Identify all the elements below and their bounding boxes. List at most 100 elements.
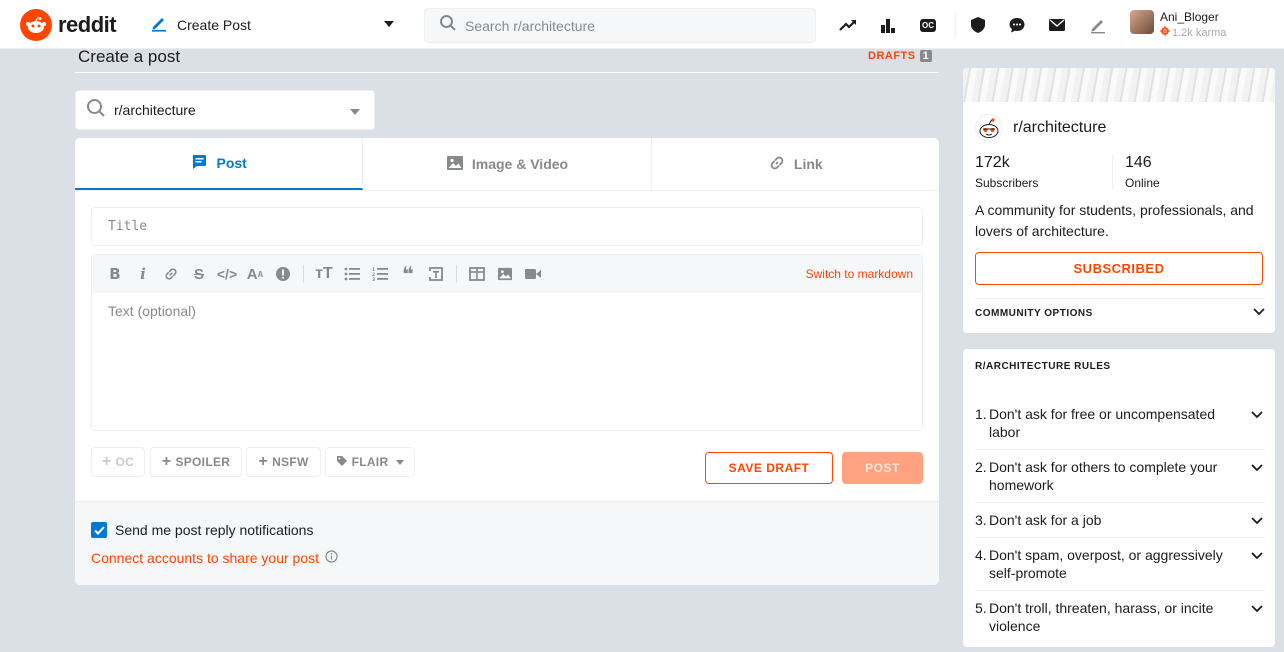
bulleted-list-icon[interactable] xyxy=(338,260,366,288)
header-divider xyxy=(75,72,939,73)
popular-trending-icon[interactable] xyxy=(838,15,858,35)
notifications-checkbox[interactable] xyxy=(91,522,107,538)
create-post-pencil-icon[interactable] xyxy=(1088,15,1108,35)
flair-label: FLAIR xyxy=(351,455,389,469)
subscribers-label: Subscribers xyxy=(975,176,1039,190)
search-icon xyxy=(86,98,106,123)
oc-icon[interactable]: OC xyxy=(918,15,938,35)
rich-text-editor: B i S </> AA тT 123 ❝ Switch to markdown… xyxy=(91,254,923,431)
user-menu[interactable]: Ani_Bloger 1.2k karma xyxy=(1130,10,1226,39)
connect-accounts-link[interactable]: Connect accounts to share your post xyxy=(91,550,338,566)
checkmark-icon xyxy=(93,525,105,535)
rule-text: Don't ask for a job xyxy=(989,512,1102,528)
rule-text: Don't ask for free or uncompensated labo… xyxy=(989,406,1216,440)
rule-number: 4. xyxy=(975,547,987,563)
community-options-toggle[interactable]: COMMUNITY OPTIONS xyxy=(975,298,1265,328)
online-label: Online xyxy=(1125,176,1160,190)
chat-icon[interactable] xyxy=(1007,15,1027,35)
rule-number: 2. xyxy=(975,459,987,475)
title-input[interactable] xyxy=(91,207,923,246)
chevron-down-icon xyxy=(396,459,405,465)
search-bar[interactable] xyxy=(424,8,816,43)
community-picker-label: r/architecture xyxy=(114,102,196,118)
heading-icon[interactable]: тT xyxy=(310,260,338,288)
username: Ani_Bloger xyxy=(1160,10,1219,24)
community-snoo-icon xyxy=(975,114,1003,142)
online-count: 146 xyxy=(1125,154,1152,171)
plus-icon: + xyxy=(258,453,269,470)
tag-icon xyxy=(336,455,348,470)
rule-item[interactable]: 2. Don't ask for others to complete your… xyxy=(975,458,1265,494)
home-dropdown-label: Create Post xyxy=(177,17,251,33)
community-options-label: COMMUNITY OPTIONS xyxy=(975,308,1093,319)
rules-title: R/ARCHITECTURE RULES xyxy=(975,361,1111,372)
community-rules-card: R/ARCHITECTURE RULES 1. Don't ask for fr… xyxy=(963,349,1275,647)
code-block-icon[interactable] xyxy=(422,260,450,288)
info-icon[interactable] xyxy=(325,550,338,566)
drafts-button[interactable]: DRAFTS 1 xyxy=(868,50,933,62)
nsfw-tag-button[interactable]: + NSFW xyxy=(246,447,321,477)
switch-to-markdown-link[interactable]: Switch to markdown xyxy=(806,267,913,281)
subscribed-button[interactable]: SUBSCRIBED xyxy=(975,252,1263,285)
search-input[interactable] xyxy=(465,17,785,34)
home-dropdown[interactable]: Create Post xyxy=(150,11,398,39)
oc-tag-label: OC xyxy=(115,455,135,469)
moderation-shield-icon[interactable] xyxy=(968,15,988,35)
video-icon[interactable] xyxy=(519,260,547,288)
divider xyxy=(975,537,1265,538)
rule-text: Don't troll, threaten, harass, or incite… xyxy=(989,600,1214,634)
chevron-down-icon xyxy=(1251,599,1263,617)
quote-block-icon[interactable]: ❝ xyxy=(394,260,422,288)
rule-item[interactable]: 4. Don't spam, overpost, or aggressively… xyxy=(975,546,1265,582)
reddit-logo[interactable]: reddit xyxy=(20,9,117,41)
italic-icon[interactable]: i xyxy=(129,260,157,288)
mail-icon[interactable] xyxy=(1047,15,1067,35)
oc-tag-button[interactable]: + OC xyxy=(91,447,145,477)
subscribers-count: 172k xyxy=(975,154,1010,171)
strikethrough-icon[interactable]: S xyxy=(185,260,213,288)
drafts-count-badge: 1 xyxy=(919,50,933,62)
karma-label: 1.2k karma xyxy=(1160,26,1226,39)
rule-item[interactable]: 5. Don't troll, threaten, harass, or inc… xyxy=(975,599,1265,635)
rule-item[interactable]: 3. Don't ask for a job xyxy=(975,511,1265,529)
tab-link[interactable]: Link xyxy=(652,138,939,190)
chevron-down-icon xyxy=(1251,546,1263,564)
body-textarea[interactable] xyxy=(92,293,922,430)
rule-text: Don't spam, overpost, or aggressively se… xyxy=(989,547,1223,581)
spoiler-icon[interactable] xyxy=(269,260,297,288)
link-icon[interactable] xyxy=(157,260,185,288)
tab-post[interactable]: Post xyxy=(75,138,364,190)
karma-value: 1.2k karma xyxy=(1172,26,1227,39)
spoiler-tag-button[interactable]: + SPOILER xyxy=(150,447,242,477)
page-title: Create a post xyxy=(78,47,181,66)
inline-code-icon[interactable]: </> xyxy=(213,260,241,288)
toolbar-divider xyxy=(303,265,304,283)
plus-icon: + xyxy=(161,453,172,470)
chevron-down-icon xyxy=(350,109,360,115)
divider xyxy=(1112,154,1113,190)
community-header[interactable]: r/architecture xyxy=(975,114,1106,142)
image-icon[interactable] xyxy=(491,260,519,288)
drafts-label: DRAFTS xyxy=(868,50,916,62)
bold-icon[interactable]: B xyxy=(101,260,129,288)
flair-button[interactable]: FLAIR xyxy=(325,447,415,477)
post-button[interactable]: POST xyxy=(842,452,923,484)
table-icon[interactable] xyxy=(463,260,491,288)
tab-image-video[interactable]: Image & Video xyxy=(363,138,652,190)
nsfw-tag-label: NSFW xyxy=(272,455,309,469)
save-draft-button[interactable]: SAVE DRAFT xyxy=(705,452,833,484)
link-icon xyxy=(768,154,786,175)
post-icon xyxy=(190,153,208,174)
numbered-list-icon[interactable]: 123 xyxy=(366,260,394,288)
community-picker[interactable]: r/architecture xyxy=(75,90,375,130)
post-type-tabs: Post Image & Video Link xyxy=(75,138,939,191)
avatar xyxy=(1130,10,1154,34)
rule-item[interactable]: 1. Don't ask for free or uncompensated l… xyxy=(975,405,1265,441)
editor-toolbar: B i S </> AA тT 123 ❝ Switch to markdown xyxy=(92,255,922,293)
superscript-icon[interactable]: AA xyxy=(241,260,269,288)
divider xyxy=(975,449,1265,450)
pencil-icon xyxy=(150,14,168,37)
online-stat: 146 Online xyxy=(1125,154,1160,190)
tab-link-label: Link xyxy=(793,156,823,172)
leaderboard-icon[interactable] xyxy=(878,15,898,35)
